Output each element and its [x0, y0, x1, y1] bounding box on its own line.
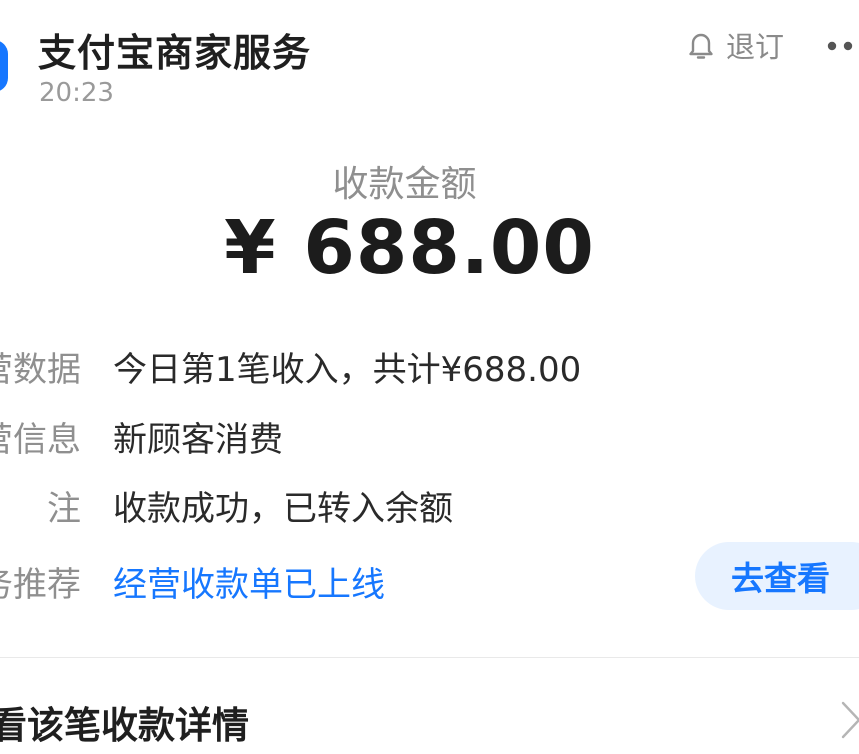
- row-label-recommend: 务推荐: [0, 565, 81, 605]
- amount-value: ¥ 688.00: [224, 205, 595, 291]
- recommend-link[interactable]: 经营收款单已上线: [113, 557, 385, 606]
- message-time: 20:23: [39, 78, 114, 108]
- chevron-right-icon[interactable]: [840, 700, 859, 740]
- row-value-note: 收款成功，已转入余额: [113, 489, 453, 529]
- row-value-info: 新顾客消费: [113, 420, 283, 460]
- row-label-data: 营数据: [0, 350, 81, 390]
- row-label-info: 营信息: [0, 420, 81, 460]
- payment-details-link[interactable]: 看该笔收款详情: [0, 695, 249, 749]
- view-button[interactable]: 去查看: [695, 542, 859, 610]
- unsubscribe-button[interactable]: 退订: [686, 26, 784, 64]
- more-dots-icon[interactable]: [826, 38, 859, 54]
- row-label-note: 注: [47, 489, 81, 529]
- bell-icon: [686, 29, 716, 61]
- alipay-logo-icon: [0, 40, 8, 92]
- app-title: 支付宝商家服务: [38, 31, 312, 75]
- divider: [0, 657, 859, 658]
- amount-label: 收款金额: [332, 164, 477, 205]
- unsubscribe-label: 退订: [726, 30, 785, 64]
- row-value-data: 今日第1笔收入，共计¥688.00: [113, 350, 582, 390]
